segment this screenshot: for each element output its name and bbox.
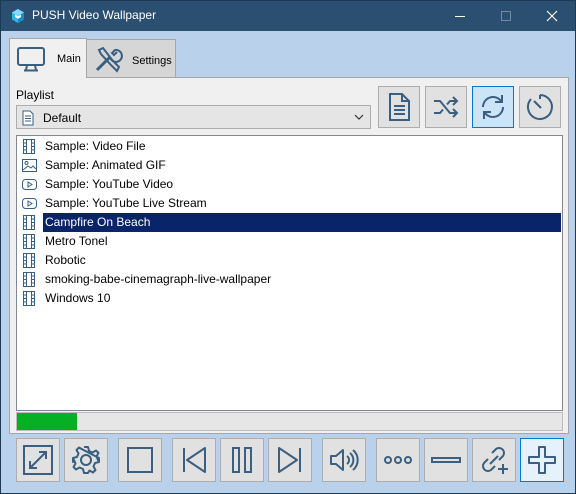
next-button[interactable]: [268, 438, 312, 482]
stop-button[interactable]: [118, 438, 162, 482]
video-list[interactable]: Sample: Video File Sample: Animated GIF …: [16, 135, 563, 411]
list-item[interactable]: Sample: YouTube Live Stream: [18, 194, 561, 213]
remove-button[interactable]: [424, 438, 468, 482]
volume-icon: [330, 449, 359, 471]
add-icon: [528, 446, 556, 474]
shuffle-button[interactable]: [425, 86, 467, 128]
gear-icon: [72, 446, 100, 474]
list-item[interactable]: Windows 10: [18, 289, 561, 308]
list-item-label: smoking-babe-cinemagraph-live-wallpaper: [45, 272, 272, 286]
remove-icon: [431, 457, 461, 463]
title-bar[interactable]: PUSH Video Wallpaper: [1, 1, 575, 31]
playback-progress-bar[interactable]: [16, 412, 563, 431]
list-item-label: Sample: YouTube Live Stream: [45, 196, 207, 210]
pause-icon: [232, 447, 252, 473]
close-icon: [546, 10, 558, 22]
film-icon: [23, 215, 35, 230]
previous-button[interactable]: [172, 438, 216, 482]
fullscreen-button[interactable]: [16, 438, 60, 482]
image-icon: [22, 159, 37, 172]
pause-button[interactable]: [220, 438, 264, 482]
shuffle-icon: [434, 96, 459, 118]
app-window: PUSH Video Wallpaper Main Settings Playl…: [0, 0, 576, 494]
tab-settings-label: Settings: [132, 55, 172, 67]
list-item-label: Sample: Animated GIF: [45, 158, 166, 172]
tab-main[interactable]: Main: [9, 38, 87, 78]
repeat-button[interactable]: [472, 86, 514, 128]
chevron-down-icon: [354, 114, 364, 120]
more-icon: [384, 456, 412, 464]
list-item[interactable]: smoking-babe-cinemagraph-live-wallpaper: [18, 270, 561, 289]
playlist-select[interactable]: Default: [16, 105, 371, 129]
fullscreen-icon: [23, 445, 53, 475]
monitor-icon: [17, 47, 45, 72]
play-icon: [22, 198, 37, 209]
film-icon: [23, 234, 35, 249]
edit-playlist-button[interactable]: [378, 86, 420, 128]
previous-icon: [183, 447, 206, 473]
list-item-label: Metro Tonel: [45, 234, 108, 248]
more-options-button[interactable]: [376, 438, 420, 482]
volume-button[interactable]: [322, 438, 366, 482]
list-item[interactable]: Metro Tonel: [18, 232, 561, 251]
add-url-icon: [482, 447, 508, 474]
film-icon: [23, 253, 35, 268]
timer-button[interactable]: [519, 86, 561, 128]
minimize-button[interactable]: [437, 1, 483, 31]
document-icon: [389, 93, 410, 121]
add-url-button[interactable]: [472, 438, 516, 482]
playlist-label: Playlist: [16, 88, 55, 102]
list-item-label: Campfire On Beach: [42, 212, 562, 233]
playlist-document-icon: [22, 110, 34, 126]
add-button[interactable]: [520, 438, 564, 482]
list-item-label: Robotic: [45, 253, 86, 267]
tab-settings[interactable]: Settings: [86, 39, 176, 77]
maximize-button[interactable]: [483, 1, 529, 31]
close-button[interactable]: [529, 1, 575, 31]
tab-main-label: Main: [57, 53, 81, 65]
play-icon: [22, 179, 37, 190]
list-item-label: Windows 10: [45, 291, 111, 305]
main-panel: Playlist Default Sample: Video File Samp…: [9, 77, 569, 434]
list-item[interactable]: Robotic: [18, 251, 561, 270]
maximize-icon: [501, 11, 511, 21]
list-item-label: Sample: YouTube Video: [45, 177, 174, 191]
list-item[interactable]: Sample: Video File: [18, 137, 561, 156]
film-icon: [23, 272, 35, 287]
window-title: PUSH Video Wallpaper: [32, 8, 157, 22]
list-item[interactable]: Sample: YouTube Video: [18, 175, 561, 194]
list-item[interactable]: Sample: Animated GIF: [18, 156, 561, 175]
repeat-icon: [482, 95, 504, 119]
next-icon: [278, 447, 301, 473]
tools-icon: [95, 46, 123, 73]
progress-fill: [17, 413, 77, 430]
list-item-label: Sample: Video File: [45, 139, 146, 153]
film-icon: [23, 139, 35, 154]
playlist-selected-value: Default: [43, 111, 82, 125]
settings-button[interactable]: [64, 438, 108, 482]
list-item-selected[interactable]: Campfire On Beach: [18, 212, 562, 233]
timer-icon: [526, 94, 553, 120]
tab-strip: Main Settings: [9, 38, 569, 78]
film-icon: [23, 291, 35, 306]
minimize-icon: [455, 16, 465, 17]
stop-icon: [127, 447, 153, 473]
app-logo-icon: [12, 9, 24, 23]
